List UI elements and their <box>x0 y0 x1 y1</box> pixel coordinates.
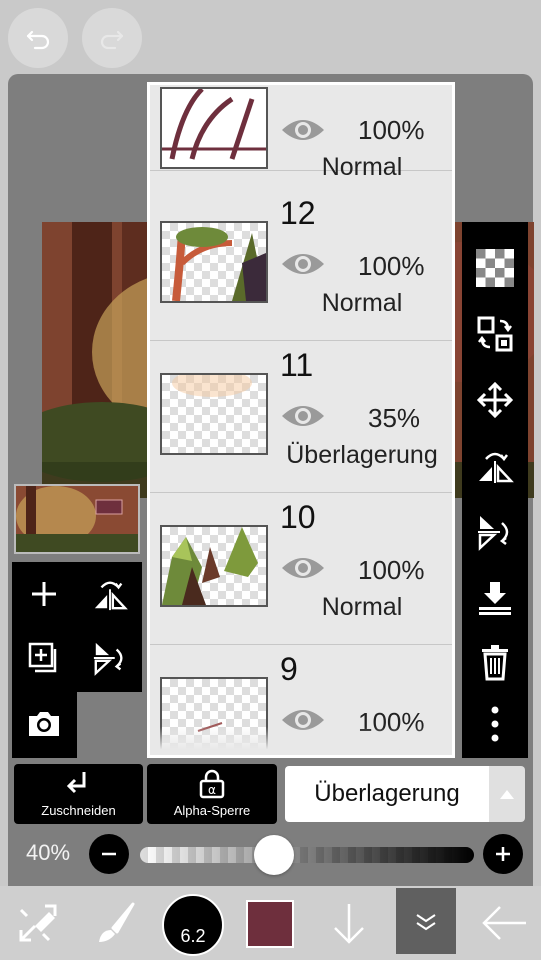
opacity-slider-thumb[interactable] <box>254 835 294 875</box>
layer-thumbnail[interactable] <box>160 525 268 607</box>
alpha-lock-label: Alpha-Sperre <box>173 803 251 818</box>
merge-down-icon <box>479 582 511 615</box>
redo-icon <box>100 30 124 50</box>
move-arrows-icon <box>476 381 514 419</box>
alpha-lock-button[interactable]: α Alpha-Sperre <box>147 764 277 824</box>
delete-layer-button[interactable] <box>475 642 515 682</box>
fade-overlay <box>150 727 452 755</box>
flip-vertical-icon <box>93 642 123 676</box>
camera-icon <box>29 712 59 736</box>
transform-tool-button[interactable] <box>10 886 66 960</box>
trash-icon <box>482 645 508 681</box>
layer-opacity: 100% <box>358 251 425 281</box>
layer-opacity: 100% <box>358 115 425 145</box>
layer-row[interactable]: 11 35% Überlagerung <box>150 341 452 493</box>
visibility-eye-icon[interactable] <box>280 249 326 279</box>
layer-blend-mode: Normal <box>321 289 403 317</box>
swap-icon <box>477 316 513 352</box>
opacity-value: 40% <box>26 840 71 865</box>
flip-horizontal-icon <box>94 581 128 611</box>
flip-vertical-button[interactable] <box>475 512 515 552</box>
flip-horizontal-icon <box>479 452 514 483</box>
layers-menu-button[interactable] <box>396 888 456 954</box>
selection-transform-icon <box>19 904 57 942</box>
clip-arrow-icon <box>66 772 86 794</box>
camera-button[interactable] <box>24 704 64 744</box>
add-layer-button[interactable] <box>24 574 64 614</box>
flip-vertical-icon <box>478 516 509 551</box>
checkerboard-icon <box>476 249 514 287</box>
transparent-fill-button[interactable] <box>475 248 515 288</box>
blend-mode-select[interactable]: Überlagerung <box>285 766 489 822</box>
clipping-label: Zuschneiden <box>41 803 116 818</box>
layer-tools-toolbar <box>462 222 528 758</box>
plus-icon <box>496 847 510 861</box>
duplicate-layer-button[interactable] <box>24 638 64 678</box>
arrow-left-icon <box>482 906 526 940</box>
redo-button[interactable] <box>82 8 142 68</box>
clipping-button[interactable]: Zuschneiden <box>14 764 143 824</box>
layer-row[interactable]: 10 100% Normal <box>150 493 452 645</box>
flip-horizontal-button[interactable] <box>475 446 515 486</box>
duplicate-icon <box>28 642 57 673</box>
flip-canvas-vertical-button[interactable] <box>90 638 130 678</box>
swap-layer-button[interactable] <box>475 314 515 354</box>
layer-thumbnail[interactable] <box>160 373 268 455</box>
merge-down-button[interactable] <box>475 578 515 618</box>
layer-number: 11 <box>280 347 314 383</box>
flip-canvas-horizontal-button[interactable] <box>90 574 130 614</box>
triangle-up-icon <box>500 790 514 799</box>
undo-button[interactable] <box>8 8 68 68</box>
layer-row[interactable]: 100% Normal <box>150 85 452 181</box>
move-layer-down-button[interactable] <box>322 886 376 960</box>
layer-add-toolbar <box>12 562 142 692</box>
chevron-double-down-icon <box>416 914 436 931</box>
back-button[interactable] <box>474 886 534 960</box>
undo-icon <box>26 30 50 50</box>
camera-toolbar <box>12 692 77 758</box>
more-vertical-icon <box>491 706 499 742</box>
move-button[interactable] <box>475 380 515 420</box>
lock-alpha-icon: α <box>199 769 225 799</box>
layer-number: 12 <box>280 195 316 231</box>
layer-blend-mode: Normal <box>321 593 403 621</box>
visibility-eye-icon[interactable] <box>280 553 326 583</box>
opacity-increase-button[interactable] <box>483 834 523 874</box>
layer-thumbnail[interactable] <box>160 87 268 169</box>
minus-icon <box>102 852 116 856</box>
plus-icon <box>32 582 56 606</box>
brush-tool-button[interactable] <box>88 886 144 960</box>
layer-blend-mode: Überlagerung <box>286 441 438 469</box>
layers-panel[interactable]: 100% Normal 12 100% Normal 11 35% Überla… <box>147 82 455 758</box>
color-swatch[interactable] <box>246 900 294 948</box>
layer-row[interactable]: 12 100% Normal <box>150 189 452 341</box>
layer-opacity: 100% <box>358 555 425 585</box>
top-bar <box>0 0 541 74</box>
layer-number: 9 <box>280 651 298 687</box>
layer-blend-mode: Normal <box>321 153 403 181</box>
canvas-thumbnail[interactable] <box>14 484 140 554</box>
blend-mode-dropdown-button[interactable] <box>489 766 525 822</box>
layer-number: 10 <box>280 499 316 535</box>
visibility-eye-icon[interactable] <box>280 401 326 431</box>
brush-icon <box>99 902 135 942</box>
opacity-slider-track[interactable] <box>140 847 474 863</box>
visibility-eye-icon[interactable] <box>280 115 326 145</box>
opacity-decrease-button[interactable] <box>89 834 129 874</box>
brush-size-value: 6.2 <box>180 926 206 946</box>
layer-thumbnail[interactable] <box>160 221 268 303</box>
svg-text:α: α <box>208 783 216 797</box>
layer-opacity: 35% <box>368 403 421 433</box>
more-options-button[interactable] <box>475 704 515 744</box>
arrow-down-icon <box>334 904 364 944</box>
